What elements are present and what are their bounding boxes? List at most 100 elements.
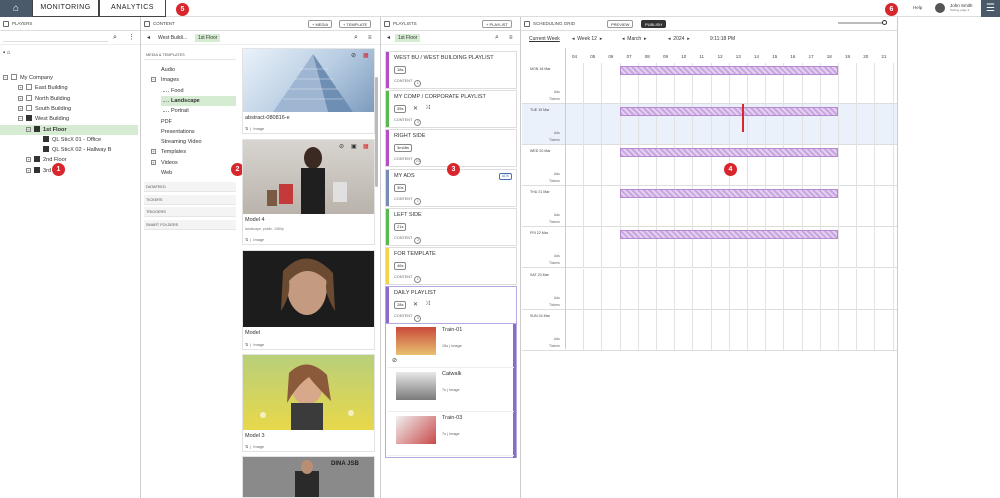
- playlist-card[interactable]: WEST BU / WEST BUILDING PLAYLIST 18s CONTE…: [385, 51, 517, 89]
- playlist-card[interactable]: LEFT SIDE 21s CONTENT 3: [385, 207, 517, 246]
- section-datafeed[interactable]: DATAFEED: [144, 182, 236, 192]
- scheduled-block[interactable]: [619, 189, 838, 199]
- sort-icon[interactable]: ≡: [368, 31, 372, 45]
- playlist-card[interactable]: DAILY PLAYLIST 28s CONTENT 3 ✕ ⤨: [385, 286, 517, 325]
- add-media-button[interactable]: + MEDIA: [308, 20, 333, 28]
- day-row[interactable]: SUN 24 Mar Ads Tickers: [522, 309, 897, 351]
- tree-item[interactable]: +2nd Floor: [0, 155, 130, 165]
- playlist-search-icon[interactable]: ⌕: [495, 31, 499, 45]
- expand-icon[interactable]: +: [18, 95, 23, 101]
- playlist-item-card[interactable]: Train-01 15s | Image ⊘: [388, 324, 514, 368]
- tree-checkbox[interactable]: [11, 74, 17, 80]
- tab-analytics[interactable]: ANALYTICS: [99, 0, 166, 17]
- collapse-icon[interactable]: −: [151, 77, 156, 83]
- current-week-link[interactable]: Current Week: [529, 36, 560, 42]
- tree-item[interactable]: + East Building: [0, 83, 130, 93]
- link-icon[interactable]: ⊘: [392, 357, 397, 364]
- shuffle-icon[interactable]: ⤨: [425, 105, 430, 112]
- scheduled-block[interactable]: [619, 148, 838, 158]
- playlist-content-count[interactable]: CONTENT 23: [394, 157, 422, 166]
- add-template-button[interactable]: + TEMPLATE: [339, 20, 372, 28]
- library-item[interactable]: Presentations: [151, 127, 234, 137]
- tree-checkbox[interactable]: [43, 135, 49, 142]
- mute-icon[interactable]: ✕: [413, 301, 418, 308]
- mute-icon[interactable]: ✕: [413, 105, 418, 112]
- library-item[interactable]: Web: [151, 168, 234, 178]
- publish-button[interactable]: PUBLISH: [641, 20, 667, 28]
- expand-icon[interactable]: +: [151, 149, 156, 155]
- more-options-icon[interactable]: ⋮: [128, 31, 135, 45]
- section-triggers[interactable]: TRIGGERS: [144, 207, 236, 217]
- month-navigator[interactable]: ◂ March ▸: [622, 36, 647, 42]
- playlist-content-count[interactable]: CONTENT 1: [394, 197, 422, 205]
- playlist-card[interactable]: RIGHT SIDE 3m48s CONTENT 23: [385, 129, 517, 168]
- root-home-icon[interactable]: ▪ ⌂: [3, 50, 10, 56]
- tree-checkbox[interactable]: [26, 115, 32, 122]
- tree-item[interactable]: + South Building: [0, 104, 130, 114]
- expand-icon[interactable]: +: [26, 167, 31, 173]
- playlist-card[interactable]: FOR TEMPLATE 46s CONTENT 1: [385, 247, 517, 285]
- asset-card[interactable]: DINA JSB: [242, 456, 375, 498]
- search-icon[interactable]: ⌕: [113, 31, 117, 45]
- expand-icon[interactable]: +: [26, 157, 31, 163]
- help-link[interactable]: Help: [913, 5, 922, 10]
- zoom-slider-handle[interactable]: [882, 20, 887, 25]
- avatar[interactable]: [935, 3, 945, 13]
- tree-checkbox[interactable]: [43, 146, 49, 153]
- image-icon[interactable]: ▣: [351, 143, 357, 150]
- tree-checkbox[interactable]: [26, 94, 32, 101]
- asset-card[interactable]: Model ⇅ | Image: [242, 250, 375, 350]
- tree-checkbox[interactable]: [26, 104, 32, 111]
- tree-item[interactable]: − My Company: [0, 73, 130, 83]
- content-scrollbar[interactable]: [375, 77, 378, 187]
- tree-item[interactable]: +3rd Floor: [0, 166, 130, 176]
- library-item[interactable]: PDF: [151, 117, 234, 127]
- library-item[interactable]: Audio: [151, 65, 234, 75]
- collapse-icon[interactable]: −: [26, 126, 31, 132]
- year-navigator[interactable]: ◂ 2024 ▸: [668, 36, 690, 42]
- asset-card[interactable]: ⊘ ▦ abstract-080816-e ⇅ | Image: [242, 48, 375, 134]
- scheduled-block[interactable]: [619, 66, 838, 75]
- expand-icon[interactable]: +: [18, 105, 23, 111]
- day-row[interactable]: TUE 19 Mar Ads Tickers: [522, 104, 897, 146]
- library-item[interactable]: + Videos: [151, 158, 234, 168]
- asset-card[interactable]: ⊘ ▣ ▦ Model 4 landscape, public, 1080p ⇅…: [242, 139, 375, 245]
- back-icon[interactable]: ◂: [147, 31, 150, 45]
- playlist-content-count[interactable]: CONTENT 3: [394, 236, 422, 244]
- tree-checkbox[interactable]: [26, 84, 32, 91]
- playlist-item-card[interactable]: Train-03 7s | Image: [388, 412, 514, 456]
- week-navigator[interactable]: ◂ Week 12 ▸: [572, 36, 602, 42]
- content-search-icon[interactable]: ⌕: [354, 31, 358, 45]
- zoom-slider[interactable]: [838, 20, 887, 25]
- day-row[interactable]: WED 20 Mar Ads Tickers: [522, 145, 897, 187]
- attachment-icon[interactable]: ⊘: [351, 52, 356, 59]
- playlist-content-count[interactable]: CONTENT 3: [394, 314, 422, 323]
- attachment-icon[interactable]: ⊘: [339, 143, 344, 150]
- scheduled-block[interactable]: [619, 107, 838, 117]
- section-media-templates[interactable]: MEDIA & TEMPLATES: [144, 50, 236, 60]
- library-item[interactable]: Food: [161, 86, 236, 96]
- day-row[interactable]: MON 18 Mar Ads Tickers: [522, 63, 897, 105]
- section-smart-folders[interactable]: SMART FOLDERS: [144, 219, 236, 230]
- library-item[interactable]: + Templates: [151, 147, 234, 157]
- tree-item[interactable]: QL SticX 02 - Hallway B: [0, 145, 130, 155]
- collapse-icon[interactable]: −: [18, 116, 23, 122]
- breadcrumb-1st-floor[interactable]: 1st Floor: [195, 34, 221, 42]
- scheduled-block[interactable]: [619, 230, 838, 240]
- day-row[interactable]: THU 21 Mar Ads Tickers: [522, 186, 897, 228]
- library-item[interactable]: Streaming Video: [151, 137, 234, 147]
- section-tickers[interactable]: TICKERS: [144, 194, 236, 205]
- library-item[interactable]: Portrait: [161, 106, 236, 116]
- playlist-card[interactable]: MY COMP / CORPORATE PLAYLIST 35s CONTENT 3 ✕…: [385, 90, 517, 129]
- expand-icon[interactable]: +: [18, 85, 23, 91]
- calendar-icon[interactable]: ▦: [363, 143, 369, 150]
- tree-item[interactable]: − West Building: [0, 114, 130, 124]
- collapse-icon[interactable]: −: [3, 75, 8, 80]
- tree-item[interactable]: − 1st Floor: [0, 124, 138, 135]
- back-icon[interactable]: ◂: [387, 31, 390, 45]
- tab-monitoring[interactable]: MONITORING: [32, 0, 99, 17]
- breadcrumb-west-building[interactable]: West Buildi...: [158, 31, 187, 45]
- add-playlist-button[interactable]: + PLAYLIST: [482, 20, 512, 28]
- preview-button[interactable]: PREVIEW: [607, 20, 634, 28]
- playlist-content-count[interactable]: CONTENT 3: [394, 118, 422, 127]
